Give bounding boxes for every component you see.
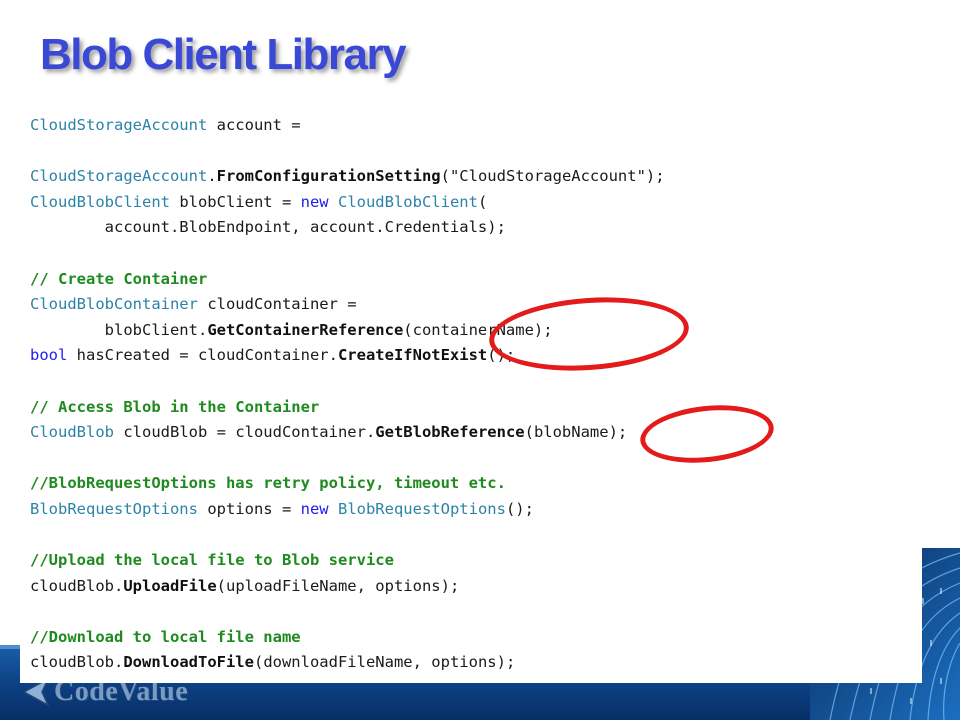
code-text: . bbox=[207, 167, 217, 186]
code-line: cloudBlob.UploadFile(uploadFileName, opt… bbox=[30, 574, 665, 600]
code-comment: //Download to local file name bbox=[30, 627, 301, 646]
code-text: (downloadFileName, options); bbox=[253, 653, 516, 672]
code-line: // Access Blob in the Container bbox=[30, 395, 665, 421]
code-method-name: DownloadToFile bbox=[123, 653, 254, 672]
code-comment: // Access Blob in the Container bbox=[30, 397, 320, 416]
code-text: (blobName); bbox=[524, 423, 628, 442]
code-keyword: new bbox=[300, 192, 329, 211]
code-panel: CloudStorageAccount account = CloudStora… bbox=[20, 105, 922, 683]
code-line: //Upload the local file to Blob service bbox=[30, 548, 665, 574]
code-text: ("CloudStorageAccount"); bbox=[440, 167, 665, 186]
code-type-name: CloudStorageAccount bbox=[30, 167, 208, 186]
code-comment: //Upload the local file to Blob service bbox=[30, 551, 394, 570]
code-comment: // Create Container bbox=[30, 269, 208, 288]
code-line: account.BlobEndpoint, account.Credential… bbox=[30, 215, 665, 241]
code-text: cloudContainer = bbox=[197, 295, 357, 314]
code-text: (uploadFileName, options); bbox=[216, 576, 460, 595]
code-text: options = bbox=[197, 499, 301, 518]
code-type-name: CloudBlobContainer bbox=[30, 295, 198, 314]
code-method-name: GetContainerReference bbox=[207, 320, 404, 339]
code-text: cloudBlob = cloudContainer. bbox=[114, 423, 376, 442]
code-line: CloudBlob cloudBlob = cloudContainer.Get… bbox=[30, 420, 665, 446]
code-text: account = bbox=[207, 116, 301, 134]
code-method-name: UploadFile bbox=[123, 576, 217, 595]
code-text: (); bbox=[505, 499, 534, 518]
code-line: BlobRequestOptions options = new BlobReq… bbox=[30, 497, 665, 523]
code-method-name: FromConfigurationSetting bbox=[216, 167, 441, 186]
code-line: cloudBlob.DownloadToFile(downloadFileNam… bbox=[30, 650, 665, 676]
code-line: CloudBlobClient blobClient = new CloudBl… bbox=[30, 190, 665, 216]
code-keyword: bool bbox=[30, 346, 68, 365]
code-keyword: new bbox=[300, 499, 329, 518]
code-block: CloudStorageAccount account = CloudStora… bbox=[30, 113, 665, 676]
code-line: CloudStorageAccount.FromConfigurationSet… bbox=[30, 164, 665, 190]
code-line: // Create Container bbox=[30, 267, 665, 293]
code-text: ( bbox=[477, 192, 488, 211]
code-type-name: CloudBlob bbox=[30, 423, 114, 442]
code-text: cloudBlob. bbox=[30, 576, 124, 595]
code-comment: //BlobRequestOptions has retry policy, t… bbox=[30, 474, 506, 493]
slide: CodeValue Blob Client Library CloudStora… bbox=[0, 0, 960, 720]
code-text: account.BlobEndpoint, account.Credential… bbox=[30, 218, 506, 237]
code-text: hasCreated = cloudContainer. bbox=[67, 346, 338, 365]
code-type-name: BlobRequestOptions bbox=[337, 499, 506, 518]
code-text: cloudBlob. bbox=[30, 653, 124, 672]
code-type-name: CloudBlobClient bbox=[337, 192, 478, 211]
code-line: //BlobRequestOptions has retry policy, t… bbox=[30, 471, 665, 497]
code-type-name: BlobRequestOptions bbox=[30, 499, 198, 518]
code-text: blobClient. bbox=[30, 320, 208, 339]
slide-title: Blob Client Library bbox=[40, 30, 407, 79]
code-line: //Download to local file name bbox=[30, 625, 665, 651]
code-text: blobClient = bbox=[169, 192, 301, 211]
code-type-name: CloudStorageAccount bbox=[30, 116, 208, 134]
code-line: CloudStorageAccount account = bbox=[30, 113, 665, 139]
code-method-name: GetBlobReference bbox=[375, 423, 525, 442]
code-type-name: CloudBlobClient bbox=[30, 192, 170, 211]
code-method-name: CreateIfNotExist bbox=[337, 346, 488, 365]
